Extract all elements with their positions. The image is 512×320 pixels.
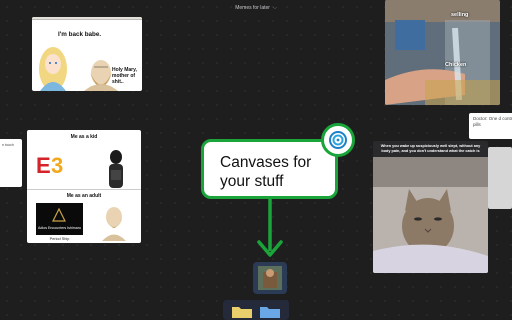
canvases-callout: Canvases for your stuff xyxy=(201,139,338,199)
bottom-dock xyxy=(223,300,289,320)
meme-caption: When you wake up suspiciously well slept… xyxy=(380,144,481,153)
meme-text-2: Holy Mary, mother of shit.. xyxy=(112,67,137,85)
canvas-logo-icon xyxy=(321,123,355,157)
meme-label-1: selling xyxy=(451,12,469,18)
meme-card-cat[interactable]: When you wake up suspiciously well slept… xyxy=(373,141,488,273)
yellow-folder-icon[interactable] xyxy=(231,304,253,319)
partial-image-card[interactable] xyxy=(488,147,512,209)
chad-illustration xyxy=(102,207,126,241)
note-text: n touch xyxy=(2,143,14,147)
meme-card-back-babe[interactable]: I'm back babe. Holy Mary, mother of shit… xyxy=(32,17,142,91)
meme-label-2: Chicken xyxy=(445,62,467,68)
arrow-down-icon xyxy=(257,199,283,257)
callout-line-1: Canvases for xyxy=(220,154,312,171)
doctor-note-card[interactable]: Doctor: One d control pills xyxy=(469,113,512,139)
partial-note-card[interactable]: n touch xyxy=(0,139,22,187)
water-photo xyxy=(385,0,500,105)
callout-text: Canvases for your stuff xyxy=(220,153,311,191)
canvas-thumbnail[interactable] xyxy=(253,262,287,294)
meme-card-water[interactable]: selling Chicken xyxy=(385,0,500,105)
callout-line-2: your stuff xyxy=(220,173,284,190)
chevron-down-icon: ⌵ xyxy=(272,5,277,11)
meme-card-e3[interactable]: Me as a kid E 3 Me as an adult Adios Enc… xyxy=(27,130,141,243)
blue-folder-icon[interactable] xyxy=(259,304,281,319)
note-text: Doctor: One d control pills xyxy=(473,116,512,127)
cat-photo xyxy=(373,157,488,273)
canvas-name: Memes for later xyxy=(235,5,270,11)
meme-text-1: I'm back babe. xyxy=(58,31,102,38)
